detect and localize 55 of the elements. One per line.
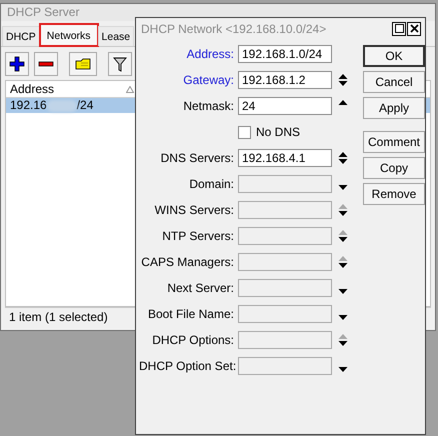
dialog-button[interactable]: Cancel: [363, 71, 425, 93]
field-label: Next Server:: [166, 281, 234, 295]
close-button[interactable]: [407, 22, 421, 36]
filter-icon: [112, 56, 128, 72]
field-label: Address:: [186, 47, 234, 61]
input-field[interactable]: [238, 279, 332, 297]
tab[interactable]: DHCP: [2, 26, 40, 46]
input-field[interactable]: [238, 331, 332, 349]
input-field[interactable]: [238, 175, 332, 193]
up-down-arrows-icon[interactable]: [338, 333, 348, 347]
field-label: DNS Servers:: [160, 151, 234, 165]
up-down-arrows-icon[interactable]: [338, 151, 348, 165]
dialog-button[interactable]: Apply: [363, 97, 425, 119]
add-icon: [9, 56, 25, 72]
toolbar-button[interactable]: [5, 52, 29, 76]
field-label: DHCP Option Set:: [139, 359, 234, 373]
up-down-arrows-icon[interactable]: [338, 255, 348, 269]
input-field[interactable]: [238, 227, 332, 245]
toolbar-button[interactable]: [69, 52, 97, 76]
input-field[interactable]: 192.168.4.1: [238, 149, 332, 167]
input-field[interactable]: 192.168.1.2: [238, 71, 332, 89]
field-label: DHCP Options:: [151, 333, 234, 347]
field-label: NTP Servers:: [161, 229, 234, 243]
window-title: DHCP Network <192.168.10.0/24>: [141, 22, 326, 36]
toolbar-button[interactable]: [108, 52, 132, 76]
field-label: CAPS Managers:: [140, 255, 234, 269]
tab[interactable]: Networks: [40, 24, 98, 46]
field-label: WINS Servers:: [154, 203, 234, 217]
up-down-arrows-icon[interactable]: [338, 203, 348, 217]
maximize-icon: [394, 24, 404, 33]
input-field[interactable]: [238, 305, 332, 323]
input-field[interactable]: 192.168.1.0/24: [238, 45, 332, 63]
field-label: Netmask:: [182, 99, 234, 113]
field-label: Boot File Name:: [146, 307, 234, 321]
up-down-arrows-icon[interactable]: [338, 229, 348, 243]
up-down-arrows-icon[interactable]: [338, 73, 348, 87]
maximize-button[interactable]: [392, 22, 406, 36]
input-field[interactable]: [238, 253, 332, 271]
close-icon: [410, 24, 418, 33]
toolbar-button[interactable]: [34, 52, 58, 76]
checkbox-label: No DNS: [256, 125, 300, 139]
field-label: Gateway:: [182, 73, 234, 87]
tab[interactable]: Lease: [98, 26, 134, 46]
table-cell: 192.16: [10, 98, 47, 113]
input-field[interactable]: [238, 357, 332, 375]
dialog-button[interactable]: Remove: [363, 183, 425, 205]
input-field[interactable]: 24: [238, 97, 332, 115]
table-cell: /24: [76, 98, 94, 113]
sort-icon: [126, 86, 134, 92]
input-field[interactable]: [238, 201, 332, 219]
dialog-button[interactable]: OK: [363, 45, 425, 67]
dialog-button[interactable]: Copy: [363, 157, 425, 179]
field-label: Domain:: [188, 177, 234, 191]
checkbox[interactable]: [238, 126, 251, 138]
dialog-button[interactable]: Comment: [363, 131, 425, 153]
